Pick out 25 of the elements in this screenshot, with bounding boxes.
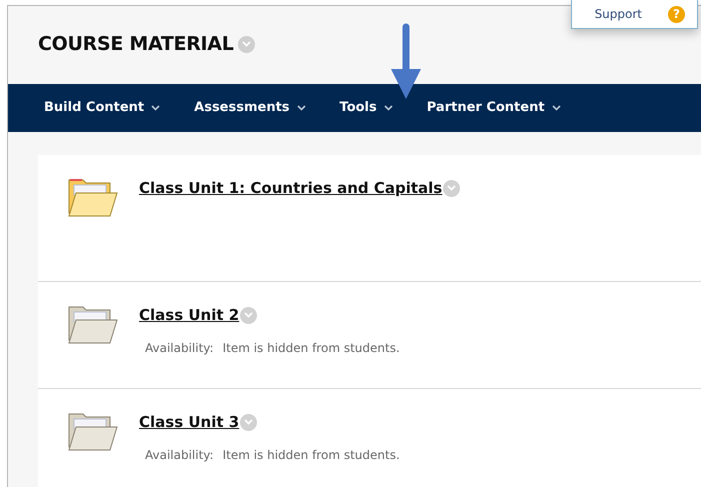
- chevron-icon: [244, 312, 254, 318]
- availability-status: Item is hidden from students.: [222, 340, 400, 356]
- availability-status: Item is hidden from students.: [222, 446, 400, 464]
- unit-link[interactable]: Class Unit 1: Countries and Capitals: [139, 177, 442, 200]
- availability-label: Availability:: [145, 446, 214, 464]
- chevron-icon: [447, 185, 456, 192]
- chevron-icon: [384, 105, 393, 112]
- chevron-icon: [242, 41, 251, 48]
- menu-button[interactable]: Tools: [340, 98, 393, 118]
- page-title: COURSE MATERIAL: [38, 32, 234, 57]
- chevron-icon: [296, 105, 306, 112]
- availability-label: Availability:: [145, 340, 214, 356]
- unit-link[interactable]: Class Unit 2: [139, 304, 240, 326]
- support-link[interactable]: Support: [594, 5, 642, 23]
- menu-button[interactable]: Partner Content: [426, 98, 561, 118]
- chevron-icon: [151, 105, 160, 112]
- menu-button[interactable]: Build Content: [44, 98, 160, 118]
- chevron-icon: [244, 419, 254, 426]
- chevron-icon: [552, 105, 561, 112]
- unit-link[interactable]: Class Unit 3: [139, 411, 240, 434]
- chevron-button[interactable]: [238, 36, 255, 53]
- chevron-button[interactable]: [443, 180, 460, 197]
- chevron-button[interactable]: [240, 414, 258, 431]
- chevron-button[interactable]: [240, 306, 258, 324]
- menu-button[interactable]: Assessments: [194, 98, 306, 118]
